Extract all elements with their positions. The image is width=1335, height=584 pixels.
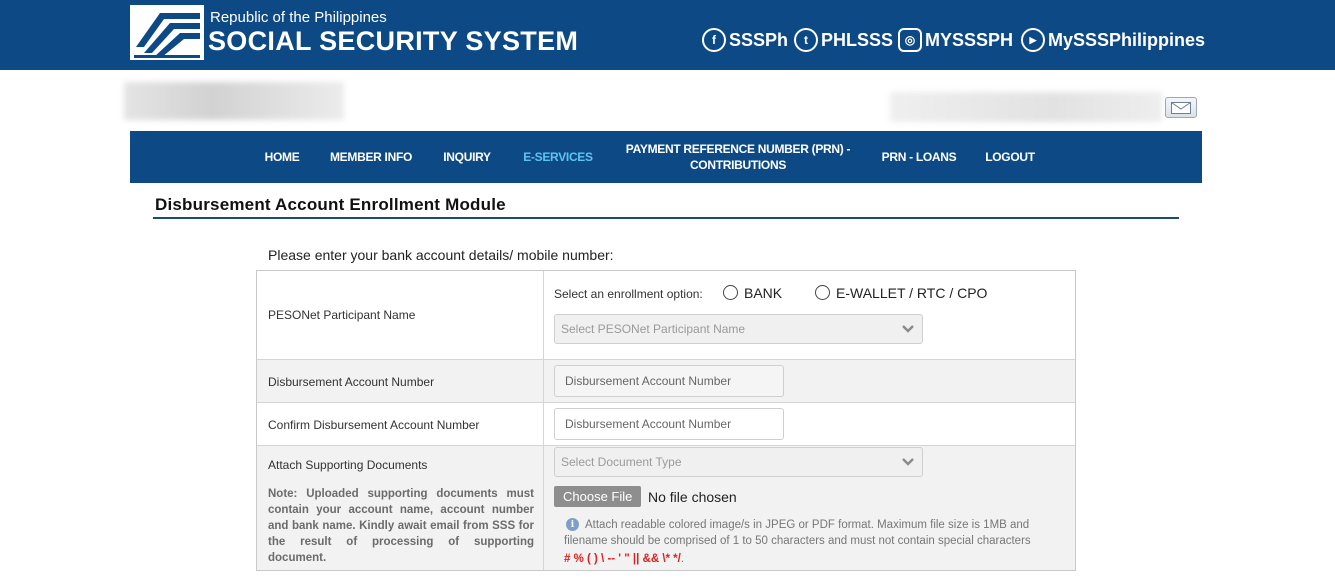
info-icon: i (566, 518, 579, 531)
ewallet-radio[interactable] (815, 285, 830, 300)
attach-documents-row: Attach Supporting Documents Note: Upload… (257, 446, 1075, 570)
nav-prn-contributions[interactable]: PAYMENT REFERENCE NUMBER (PRN) - CONTRIB… (618, 131, 858, 183)
envelope-icon (1171, 101, 1191, 114)
twitter-icon: t (794, 28, 818, 52)
confirm-account-input[interactable]: Disbursement Account Number (554, 408, 784, 440)
enrollment-option-label: Select an enrollment option: (554, 287, 703, 301)
nav-inquiry[interactable]: INQUIRY (438, 131, 496, 183)
twitter-link[interactable]: t PHLSSS (794, 27, 893, 53)
nav-member-info[interactable]: MEMBER INFO (326, 131, 416, 183)
special-characters: # % ( ) \ -- ' " || && \* */ (564, 553, 681, 565)
document-type-select[interactable]: Select Document Type (554, 447, 923, 477)
account-number-input[interactable]: Disbursement Account Number (554, 365, 784, 397)
redacted-user-name (124, 82, 344, 120)
bank-radio[interactable] (723, 285, 738, 300)
youtube-icon: ▶ (1021, 28, 1045, 52)
instagram-link[interactable]: ◎ MYSSSPH (898, 27, 1013, 53)
account-number-label: Disbursement Account Number (268, 375, 435, 389)
nav-prn-loans[interactable]: PRN - LOANS (878, 131, 960, 183)
sss-logo[interactable] (130, 5, 204, 60)
form-prompt: Please enter your bank account details/ … (268, 247, 614, 263)
facebook-link[interactable]: f SSSPh (702, 27, 788, 53)
enrollment-form: PESONet Participant Name Select an enrol… (256, 270, 1076, 571)
pesonet-select-placeholder: Select PESONet Participant Name (561, 322, 746, 336)
title-divider (153, 217, 1179, 219)
chevron-down-icon (902, 458, 914, 466)
main-nav: HOME MEMBER INFO INQUIRY E-SERVICES PAYM… (130, 131, 1202, 183)
upload-info-line1: Attach readable colored image/s in JPEG … (585, 519, 1030, 531)
instagram-icon: ◎ (898, 28, 922, 52)
republic-label: Republic of the Philippines (210, 9, 387, 26)
document-type-placeholder: Select Document Type (561, 455, 682, 469)
confirm-account-label: Confirm Disbursement Account Number (268, 418, 480, 432)
nav-home[interactable]: HOME (258, 131, 306, 183)
facebook-icon: f (702, 28, 726, 52)
upload-note: Note: Uploaded supporting documents must… (268, 488, 534, 564)
chevron-down-icon (902, 325, 914, 333)
page-title: Disbursement Account Enrollment Module (155, 195, 506, 214)
facebook-handle: SSSPh (729, 29, 789, 50)
site-title: SOCIAL SECURITY SYSTEM (208, 26, 579, 56)
instagram-handle: MYSSSPH (925, 29, 1014, 50)
confirm-account-placeholder: Disbursement Account Number (565, 417, 732, 431)
mail-button[interactable] (1165, 97, 1197, 118)
choose-file-button[interactable]: Choose File (554, 486, 642, 507)
site-header: Republic of the Philippines SOCIAL SECUR… (0, 0, 1335, 70)
file-status: No file chosen (648, 489, 737, 505)
youtube-handle: MySSSPhilippines (1048, 29, 1206, 50)
account-number-placeholder: Disbursement Account Number (565, 374, 732, 388)
upload-info-line2: filename should be comprised of 1 to 50 … (564, 535, 1031, 547)
ewallet-radio-label[interactable]: E-WALLET / RTC / CPO (836, 285, 987, 301)
account-number-row: Disbursement Account Number Disbursement… (257, 360, 1075, 403)
twitter-handle: PHLSSS (821, 29, 894, 50)
upload-info-end: . (680, 553, 685, 565)
confirm-account-row: Confirm Disbursement Account Number Disb… (257, 403, 1075, 446)
youtube-link[interactable]: ▶ MySSSPhilippines (1021, 27, 1205, 53)
attach-documents-label: Attach Supporting Documents (268, 458, 428, 472)
bank-radio-label[interactable]: BANK (744, 285, 782, 301)
nav-logout[interactable]: LOGOUT (982, 131, 1038, 183)
redacted-user-info (890, 92, 1162, 122)
pesonet-select[interactable]: Select PESONet Participant Name (554, 314, 923, 344)
special-characters-line: # % ( ) \ -- ' " || && \* */. (564, 549, 684, 567)
pesonet-label: PESONet Participant Name (268, 308, 416, 322)
nav-e-services[interactable]: E-SERVICES (518, 131, 598, 183)
pesonet-row: PESONet Participant Name Select an enrol… (257, 271, 1075, 360)
